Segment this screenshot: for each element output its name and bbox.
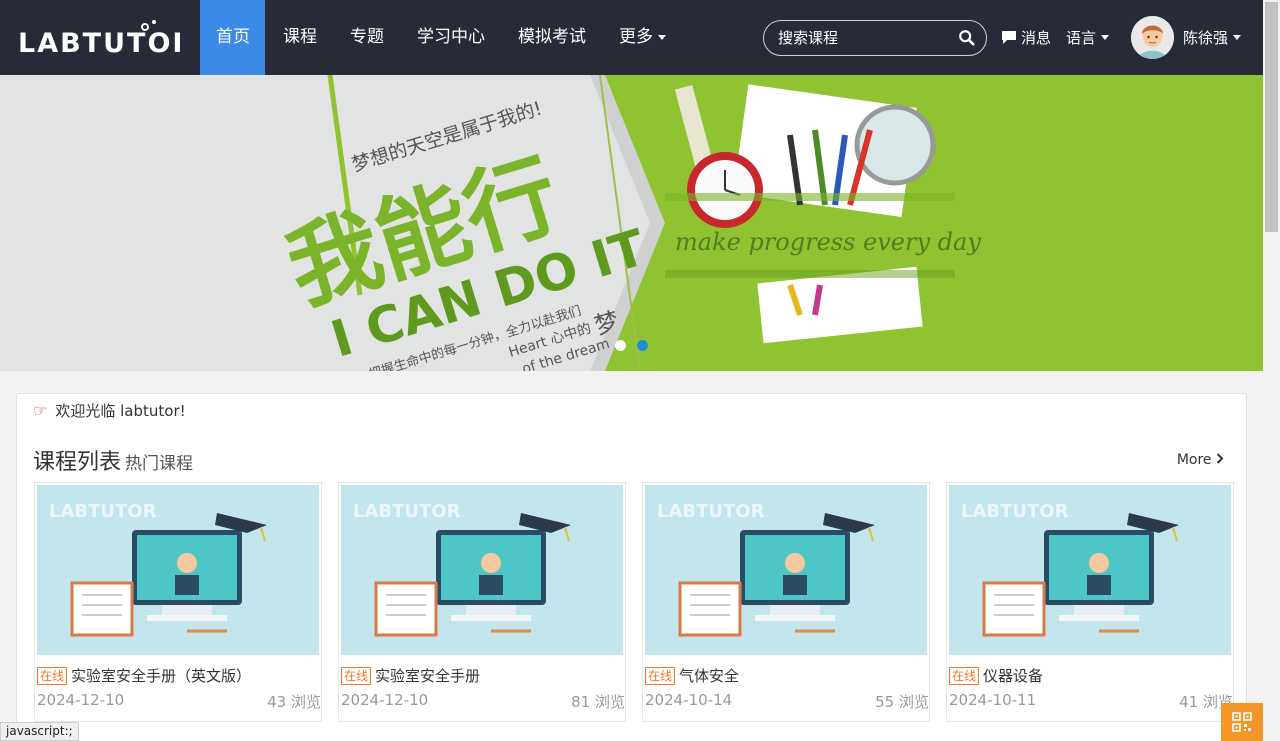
language-dropdown[interactable]: 语言 bbox=[1066, 0, 1110, 75]
welcome-text: 欢迎光临 labtutor! bbox=[55, 401, 186, 420]
course-title[interactable]: 在线 实验室安全手册（英文版） bbox=[37, 665, 251, 686]
course-list-title: 课程列表 热门课程 bbox=[33, 444, 193, 476]
course-date: 2024-12-10 bbox=[341, 691, 429, 709]
course-date: 2024-10-14 bbox=[645, 691, 733, 709]
qr-code-button[interactable] bbox=[1221, 703, 1263, 741]
course-thumbnail[interactable]: LABTUTOR bbox=[645, 485, 927, 655]
top-navbar: LABTUTOR 首页 课程 专题 学习中心 模拟考试 更多 消息 语言 bbox=[0, 0, 1263, 75]
classroom-illustration: LABTUTOR bbox=[353, 501, 571, 637]
course-title[interactable]: 在线 实验室安全手册 bbox=[341, 665, 480, 686]
scrollbar-thumb[interactable] bbox=[1265, 2, 1278, 232]
search-box bbox=[763, 20, 987, 56]
carousel-dot-2-active[interactable] bbox=[637, 340, 648, 351]
course-name: 气体安全 bbox=[679, 667, 740, 685]
messages-link[interactable]: 消息 bbox=[1001, 0, 1051, 75]
watermark-logo: LABTUTOR bbox=[657, 501, 765, 522]
user-menu[interactable]: 陈徐强 bbox=[1183, 0, 1242, 75]
course-list-panel: 课程列表 热门课程 More LABTUTOR 在线 实验室安全手册（英文版） … bbox=[16, 426, 1247, 741]
watermark-logo: LABTUTOR bbox=[961, 501, 1069, 522]
svg-text:LABTUTOR: LABTUTOR bbox=[18, 28, 180, 55]
online-tag: 在线 bbox=[37, 666, 68, 685]
course-views: 81 浏览 bbox=[571, 693, 625, 711]
qr-code-icon bbox=[1232, 712, 1252, 732]
nav-learning-center[interactable]: 学习中心 bbox=[401, 0, 501, 75]
watermark-logo: LABTUTOR bbox=[353, 501, 461, 522]
carousel-dot-1[interactable] bbox=[615, 340, 626, 351]
online-tag: 在线 bbox=[949, 666, 980, 685]
course-views: 55 浏览 bbox=[875, 693, 929, 711]
user-avatar[interactable] bbox=[1131, 16, 1174, 59]
nav-more-dropdown[interactable]: 更多 bbox=[603, 0, 682, 75]
classroom-illustration: LABTUTOR bbox=[961, 501, 1179, 637]
user-name: 陈徐强 bbox=[1183, 29, 1229, 47]
course-title[interactable]: 在线 气体安全 bbox=[645, 665, 739, 686]
course-thumbnail[interactable]: LABTUTOR bbox=[37, 485, 319, 655]
page-scrollbar[interactable] bbox=[1263, 0, 1280, 741]
online-tag: 在线 bbox=[341, 666, 372, 685]
welcome-bar: ☞ 欢迎光临 labtutor! bbox=[16, 393, 1247, 427]
avatar-illustration bbox=[1131, 16, 1174, 59]
watermark-logo: LABTUTOR bbox=[49, 501, 157, 522]
search-input[interactable] bbox=[778, 27, 948, 49]
course-list-subtitle: 热门课程 bbox=[125, 454, 194, 474]
banner-script-text: make progress every day bbox=[675, 228, 981, 256]
stationery-illustration bbox=[665, 84, 955, 344]
course-card[interactable]: LABTUTOR 在线 实验室安全手册 2024-12-10 81 浏览 bbox=[338, 482, 626, 722]
chevron-down-icon bbox=[658, 34, 666, 40]
online-tag: 在线 bbox=[645, 666, 676, 685]
site-logo[interactable]: LABTUTOR bbox=[18, 12, 180, 62]
hand-point-right-icon: ☞ bbox=[33, 400, 48, 420]
chat-bubble-icon bbox=[1002, 31, 1016, 44]
hero-banner[interactable]: 梦想的天空是属于我的! 我能行 I CAN DO IT 把握生命中的每一分钟，全… bbox=[0, 75, 1263, 371]
nav-home[interactable]: 首页 bbox=[200, 0, 265, 75]
course-name: 实验室安全手册 bbox=[375, 667, 481, 685]
course-name: 仪器设备 bbox=[983, 667, 1044, 685]
course-card[interactable]: LABTUTOR 在线 仪器设备 2024-10-11 41 浏览 bbox=[946, 482, 1234, 722]
chevron-down-icon bbox=[1101, 35, 1110, 40]
course-card[interactable]: LABTUTOR 在线 气体安全 2024-10-14 55 浏览 bbox=[642, 482, 930, 722]
chevron-down-icon bbox=[1233, 35, 1242, 40]
messages-label: 消息 bbox=[1021, 29, 1052, 47]
course-thumbnail[interactable]: LABTUTOR bbox=[949, 485, 1231, 655]
nav-mock-exam[interactable]: 模拟考试 bbox=[502, 0, 602, 75]
course-title[interactable]: 在线 仪器设备 bbox=[949, 665, 1043, 686]
course-thumbnail[interactable]: LABTUTOR bbox=[341, 485, 623, 655]
language-label: 语言 bbox=[1066, 29, 1097, 47]
course-date: 2024-12-10 bbox=[37, 691, 125, 709]
nav-topics[interactable]: 专题 bbox=[334, 0, 400, 75]
labtutor-logo: LABTUTOR bbox=[18, 20, 180, 55]
course-views: 43 浏览 bbox=[267, 693, 321, 711]
more-label: More bbox=[1176, 452, 1212, 468]
classroom-illustration: LABTUTOR bbox=[49, 501, 267, 637]
banner-artwork: 梦想的天空是属于我的! 我能行 I CAN DO IT 把握生命中的每一分钟，全… bbox=[0, 75, 981, 371]
search-icon[interactable] bbox=[958, 29, 976, 47]
chevron-right-icon bbox=[1216, 453, 1224, 464]
more-courses-link[interactable]: More bbox=[1177, 452, 1224, 468]
classroom-illustration: LABTUTOR bbox=[657, 501, 875, 637]
course-card[interactable]: LABTUTOR 在线 实验室安全手册（英文版） 2024-12-10 43 浏览 bbox=[34, 482, 322, 722]
course-name: 实验室安全手册（英文版） bbox=[71, 667, 252, 685]
nav-courses[interactable]: 课程 bbox=[267, 0, 333, 75]
browser-status-bar: javascript:; bbox=[0, 722, 79, 741]
nav-more-label: 更多 bbox=[619, 27, 653, 47]
course-date: 2024-10-11 bbox=[949, 691, 1037, 709]
course-list-heading: 课程列表 bbox=[33, 450, 122, 475]
